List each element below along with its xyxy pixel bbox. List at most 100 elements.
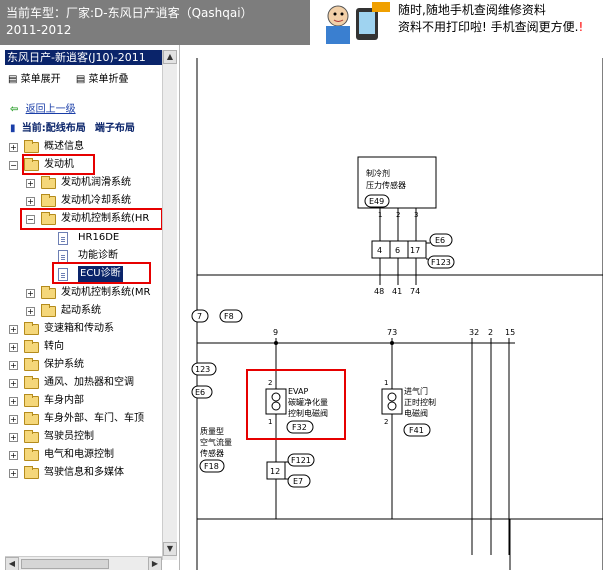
scroll-down-icon[interactable]: ▼ (163, 542, 177, 556)
header-bar: 当前车型：厂家:D-东风日产逍客（Qashqai） 2011-2012 随时,随… (0, 0, 603, 45)
folder-icon (24, 412, 39, 425)
wiring-diagram-view: 制冷剂 压力传感器 E49 1 2 3 4 6 17 E6 F123 48 41… (180, 45, 603, 570)
folder-icon (24, 430, 39, 443)
expand-icon[interactable]: + (26, 197, 35, 206)
scroll-thumb[interactable] (21, 559, 109, 569)
maf-label-1: 质量型 (200, 426, 224, 436)
expand-icon[interactable]: + (9, 415, 18, 424)
menu-toolbar: ▤ 菜单展开 ▤ 菜单折叠 (8, 70, 140, 85)
tree-item-body-exterior[interactable]: + 车身外部、车门、车顶 (9, 411, 159, 427)
tree-item-electrical-power[interactable]: + 电气和电源控制 (9, 447, 159, 463)
wiring-diagram: 制冷剂 压力传感器 E49 1 2 3 4 6 17 E6 F123 48 41… (191, 58, 603, 570)
sensor-code: E49 (369, 197, 384, 206)
tag-f8: F8 (224, 312, 234, 321)
current-model-line2: 2011-2012 (6, 23, 72, 37)
wire-number: 74 (410, 287, 420, 296)
expand-icon[interactable]: + (9, 361, 18, 370)
tree-item-protection[interactable]: + 保护系统 (9, 357, 159, 373)
pin-label: 2 (384, 418, 388, 426)
folder-icon (24, 376, 39, 389)
folder-icon (41, 286, 56, 299)
tree-item-transmission[interactable]: + 变速箱和传动系 (9, 321, 159, 337)
back-link[interactable]: ⇦ 返回上一级 (10, 102, 76, 118)
location-pin-icon: ▮ (10, 123, 16, 134)
wire-number: 15 (505, 328, 515, 337)
maf-label-2: 空气流量 (200, 437, 232, 447)
expand-all-button[interactable]: ▤ 菜单展开 (8, 74, 61, 85)
sensor-label-2: 压力传感器 (366, 180, 406, 190)
collapse-all-button[interactable]: ▤ 菜单折叠 (76, 74, 129, 85)
tree-item-starting-system[interactable]: + 起动系统 (26, 303, 176, 319)
pin-label: 1 (268, 418, 272, 426)
tag-123: 123 (195, 365, 210, 374)
tree-item-driver-info-multimedia[interactable]: + 驾驶信息和多媒体 (9, 465, 159, 481)
intake-label-3: 电磁阀 (404, 408, 428, 418)
tree-item-driver-controls[interactable]: + 驾驶员控制 (9, 429, 159, 445)
vertical-scrollbar[interactable]: ▲ ▼ (162, 50, 177, 560)
tree-item-overview[interactable]: + 概述信息 (9, 139, 159, 155)
folder-icon (24, 448, 39, 461)
highlight-box-engine-control (20, 208, 163, 230)
expand-icon[interactable]: + (9, 397, 18, 406)
evap-label-1: EVAP (288, 387, 308, 396)
connector-code-e7: E7 (293, 477, 303, 486)
current-location: ▮ 当前:配线布局 端子布局 (10, 123, 135, 134)
connector-code-e6: E6 (435, 236, 445, 245)
ad-text: 随时,随地手机查阅维修资料 资料不用打印啦! 手机查阅更方便.! (398, 2, 583, 36)
tree-item-hvac[interactable]: + 通风、加热器和空调 (9, 375, 159, 391)
folder-icon (24, 322, 39, 335)
expand-icon[interactable]: + (26, 289, 35, 298)
intake-label-1: 进气门 (404, 386, 428, 396)
connector-code-f123: F123 (431, 258, 451, 267)
expand-icon[interactable]: + (9, 343, 18, 352)
tree-item-engine-lubrication[interactable]: + 发动机润滑系统 (26, 175, 176, 191)
expand-icon[interactable]: + (9, 325, 18, 334)
wire-number: 9 (273, 328, 278, 337)
connector-pin: 17 (410, 246, 420, 255)
navigation-panel: 东风日产-新逍客(J10)-2011 ▤ 菜单展开 ▤ 菜单折叠 ⇦ 返回上一级… (0, 45, 180, 570)
pin-label: 2 (268, 379, 272, 387)
connector-pin: 4 (377, 246, 382, 255)
collapse-icon[interactable]: − (9, 161, 18, 170)
sensor-label-1: 制冷剂 (366, 168, 390, 178)
connector-pin: 12 (270, 467, 280, 476)
expand-icon[interactable]: + (9, 469, 18, 478)
folder-icon (24, 340, 39, 353)
expand-icon[interactable]: + (9, 143, 18, 152)
folder-icon (41, 304, 56, 317)
tree-item-hr16de[interactable]: HR16DE (58, 230, 168, 246)
connector-pin: 6 (395, 246, 400, 255)
scroll-left-icon[interactable]: ◀ (5, 557, 19, 570)
evap-label-2: 碳罐净化量 (288, 397, 328, 407)
tag-7: 7 (197, 312, 202, 321)
folder-icon (24, 140, 39, 153)
folder-icon (41, 194, 56, 207)
highlight-box-ecu-diagnosis (52, 262, 151, 284)
tag-e6: E6 (195, 388, 205, 397)
expand-icon[interactable]: + (9, 379, 18, 388)
pin-label: 1 (384, 379, 388, 387)
wire-number: 2 (488, 328, 493, 337)
expand-icon[interactable]: + (26, 307, 35, 316)
wire-number: 41 (392, 287, 402, 296)
highlight-box-engine (22, 154, 95, 175)
maf-code: F18 (204, 462, 219, 471)
wire-number: 73 (387, 328, 397, 337)
tree-item-body-interior[interactable]: + 车身内部 (9, 393, 159, 409)
intake-code: F41 (409, 426, 424, 435)
scroll-right-icon[interactable]: ▶ (148, 557, 162, 570)
expand-icon[interactable]: + (9, 433, 18, 442)
expand-icon[interactable]: + (9, 451, 18, 460)
evap-code: F32 (292, 423, 307, 432)
connector-code-f121: F121 (291, 456, 311, 465)
tree-item-steering[interactable]: + 转向 (9, 339, 159, 355)
tree-item-engine-control-mr[interactable]: + 发动机控制系统(MR (26, 285, 176, 301)
scroll-up-icon[interactable]: ▲ (163, 50, 177, 64)
expand-icon[interactable]: + (26, 179, 35, 188)
ad-banner[interactable]: 随时,随地手机查阅维修资料 资料不用打印啦! 手机查阅更方便.! (310, 0, 603, 45)
tree-item-engine-cooling[interactable]: + 发动机冷却系统 (26, 193, 176, 209)
horizontal-scrollbar[interactable]: ◀ ▶ (5, 556, 162, 570)
ad-line-2: 资料不用打印啦! 手机查阅更方便.! (398, 20, 584, 34)
folder-icon (24, 358, 39, 371)
tree-title: 东风日产-新逍客(J10)-2011 (5, 50, 164, 65)
